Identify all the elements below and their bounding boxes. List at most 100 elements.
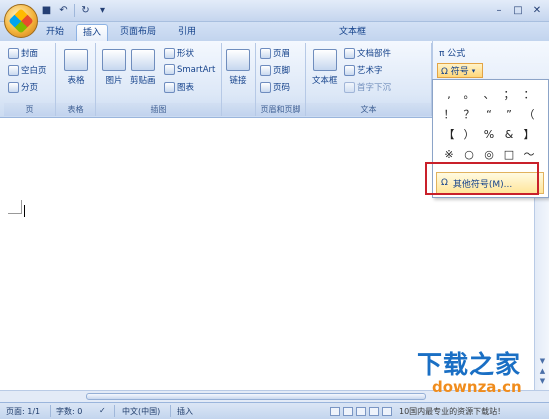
symbol-cell[interactable]: , <box>439 84 459 104</box>
picture-label: 图片 <box>105 76 123 86</box>
fullscreen-icon[interactable] <box>343 407 353 416</box>
symbol-cell[interactable]: （ <box>519 104 539 124</box>
quick-parts-button[interactable]: 文档部件 <box>344 47 391 59</box>
links-group-label <box>222 103 255 116</box>
symbol-cell[interactable]: ◎ <box>479 144 499 164</box>
textbox-button[interactable]: 文本框 <box>312 49 338 86</box>
close-icon[interactable]: ✕ <box>529 3 545 17</box>
links-button[interactable]: 链接 <box>226 49 250 86</box>
symbol-cell[interactable]: ～ <box>519 144 539 164</box>
tab-start[interactable]: 开始 <box>40 24 70 41</box>
tab-insert[interactable]: 插入 <box>76 24 109 41</box>
cover-button[interactable]: 封面 <box>8 47 38 59</box>
status-insert-mode[interactable]: 插入 <box>177 406 193 417</box>
symbol-label: Ω 符号 <box>441 67 469 77</box>
margin-corner-mark <box>8 200 22 214</box>
textbox-label: 文本框 <box>312 76 338 86</box>
table-group-label: 表格 <box>56 103 95 116</box>
table-button[interactable]: 表格 <box>64 49 88 86</box>
footer-button[interactable]: 页脚 <box>260 64 290 76</box>
symbol-cell[interactable]: ： <box>519 84 539 104</box>
quick-parts-icon <box>344 47 355 59</box>
page-number-button[interactable]: 页码 <box>260 81 290 93</box>
symbol-cell[interactable]: ○ <box>459 144 479 164</box>
symbol-cell[interactable]: ” <box>499 104 519 124</box>
watermark-logo-text: 下载之家 <box>417 350 522 379</box>
separator <box>50 405 51 417</box>
symbol-cell[interactable]: ） <box>459 124 479 144</box>
window-controls: – □ ✕ <box>491 3 545 17</box>
chevron-down-icon: ▾ <box>471 66 476 75</box>
office-button[interactable] <box>4 4 38 38</box>
save-icon[interactable]: ■ <box>40 4 53 17</box>
links-icon <box>226 49 250 71</box>
undo-icon[interactable]: ↶ <box>57 4 70 17</box>
wordart-icon <box>344 64 355 76</box>
status-words[interactable]: 字数: 0 <box>56 406 82 417</box>
minimize-icon[interactable]: – <box>491 3 507 17</box>
smartart-icon <box>164 64 175 75</box>
draft-icon[interactable] <box>382 407 392 416</box>
header-footer-group: 页眉 页脚 页码 页眉和页脚 <box>256 43 306 116</box>
picture-button[interactable]: 图片 <box>102 49 126 86</box>
tab-text-tools[interactable]: 文本框 <box>333 24 372 41</box>
symbol-cell[interactable]: 。 <box>459 84 479 104</box>
page-break-button[interactable]: 分页 <box>8 81 38 93</box>
clipart-icon <box>130 49 155 71</box>
pages-group: 封面 空白页 分页 页 <box>4 43 56 116</box>
tab-references[interactable]: 引用 <box>172 24 202 41</box>
links-label: 链接 <box>229 76 247 86</box>
smartart-button[interactable]: SmartArt <box>164 64 215 75</box>
status-language[interactable]: 中文(中国) <box>122 406 160 417</box>
symbol-cell[interactable]: % <box>479 124 499 144</box>
pages-group-label: 页 <box>4 103 55 116</box>
status-page[interactable]: 页面: 1/1 <box>6 406 40 417</box>
cover-label: 封面 <box>21 49 39 59</box>
symbol-cell[interactable]: ！ <box>439 104 459 124</box>
symbol-cell[interactable]: 【 <box>439 124 459 144</box>
web-layout-icon[interactable] <box>356 407 366 416</box>
outline-icon[interactable] <box>369 407 379 416</box>
horizontal-scroll-thumb[interactable] <box>86 393 426 400</box>
ribbon-tabs: 开始 插入 页面布局 引用 文本框 <box>0 22 549 41</box>
next-page-icon[interactable]: ▼ <box>537 376 548 387</box>
header-button[interactable]: 页眉 <box>260 47 290 59</box>
illustrations-group-label: 插图 <box>96 103 221 116</box>
redo-icon[interactable]: ↻ <box>79 4 92 17</box>
office-logo-icon <box>8 8 34 34</box>
text-group-label: 文本 <box>306 103 431 116</box>
maximize-icon[interactable]: □ <box>510 3 526 17</box>
clipart-button[interactable]: 剪贴画 <box>130 49 156 86</box>
shapes-button[interactable]: 形状 <box>164 47 194 59</box>
symbol-cell[interactable]: ？ <box>459 104 479 124</box>
symbol-cell[interactable]: “ <box>479 104 499 124</box>
watermark-url: downza.cn <box>432 378 522 396</box>
separator <box>74 4 75 17</box>
title-bar: ■ ↶ ↻ ▾ – □ ✕ <box>0 0 549 22</box>
table-label: 表格 <box>67 76 85 86</box>
wordart-button[interactable]: 艺术字 <box>344 64 383 76</box>
page-number-label: 页码 <box>273 83 291 93</box>
symbol-cell[interactable]: & <box>499 124 519 144</box>
blank-page-button[interactable]: 空白页 <box>8 64 47 76</box>
chart-button[interactable]: 图表 <box>164 81 194 93</box>
dropcap-button[interactable]: 首字下沉 <box>344 81 391 93</box>
tab-page-layout[interactable]: 页面布局 <box>114 24 162 41</box>
wordart-label: 艺术字 <box>357 66 383 76</box>
spellcheck-icon[interactable]: ✓ <box>99 406 106 415</box>
print-layout-icon[interactable] <box>330 407 340 416</box>
blank-page-label: 空白页 <box>21 66 47 76</box>
smartart-label: SmartArt <box>177 64 216 75</box>
symbol-button[interactable]: Ω 符号 ▾ <box>437 63 483 78</box>
symbol-cell[interactable]: 、 <box>479 84 499 104</box>
symbol-cell[interactable]: ； <box>499 84 519 104</box>
formula-button[interactable]: π 公式 <box>439 46 465 59</box>
symbol-cell[interactable]: 】 <box>519 124 539 144</box>
quick-access-toolbar: ■ ↶ ↻ ▾ <box>40 4 109 17</box>
separator <box>114 405 115 417</box>
symbol-cell[interactable]: ※ <box>439 144 459 164</box>
symbol-cell[interactable]: □ <box>499 144 519 164</box>
table-icon <box>64 49 88 71</box>
shapes-icon <box>164 47 175 59</box>
qat-dropdown-icon[interactable]: ▾ <box>96 4 109 17</box>
